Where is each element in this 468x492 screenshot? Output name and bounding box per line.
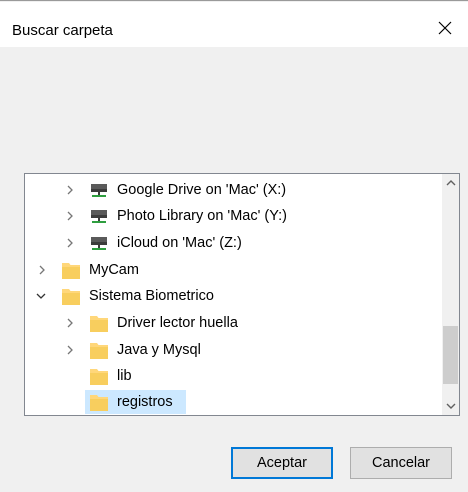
scrollbar-thumb[interactable] xyxy=(443,326,458,384)
tree-item-google-drive[interactable]: Google Drive on 'Mac' (X:) xyxy=(25,177,433,203)
tree-item-label: Sistema Biometrico xyxy=(89,288,214,304)
browse-folder-dialog: Buscar carpeta Google Drive on 'Mac' (X:… xyxy=(0,0,468,492)
chevron-up-icon xyxy=(446,180,455,186)
network-drive-icon xyxy=(89,180,109,200)
tree-item-label: Photo Library on 'Mac' (Y:) xyxy=(117,208,287,224)
tree-item-label: MyCam xyxy=(89,262,139,278)
cancel-button[interactable]: Cancelar xyxy=(350,447,452,479)
tree-item-label: lib xyxy=(117,368,132,384)
tree-item-photo-library[interactable]: Photo Library on 'Mac' (Y:) xyxy=(25,203,433,229)
folder-icon xyxy=(89,366,109,386)
folder-icon xyxy=(89,392,109,412)
tree-item-driver-lector-huella[interactable]: Driver lector huella xyxy=(25,310,433,336)
title-bar: Buscar carpeta xyxy=(0,2,468,47)
chevron-right-icon[interactable] xyxy=(64,210,76,222)
tree-item-label: Google Drive on 'Mac' (X:) xyxy=(117,182,287,198)
chevron-down-icon[interactable] xyxy=(35,290,47,302)
network-drive-icon xyxy=(89,206,109,226)
chevron-right-icon[interactable] xyxy=(64,344,76,356)
tree-item-java-y-mysql[interactable]: Java y Mysql xyxy=(25,337,433,363)
chevron-right-icon[interactable] xyxy=(36,264,48,276)
tree-item-lib[interactable]: lib xyxy=(25,363,433,389)
tree-item-registros[interactable]: registros xyxy=(25,389,433,415)
tree-item-mycam[interactable]: MyCam xyxy=(25,257,433,283)
folder-icon xyxy=(89,340,109,360)
tree-item-label: Driver lector huella xyxy=(117,315,238,331)
folder-icon xyxy=(89,313,109,333)
chevron-right-icon[interactable] xyxy=(64,184,76,196)
dialog-title: Buscar carpeta xyxy=(12,22,113,39)
folder-tree[interactable]: Google Drive on 'Mac' (X:) Photo Library… xyxy=(24,173,460,416)
tree-item-label: registros xyxy=(117,394,173,410)
scroll-down-button[interactable] xyxy=(442,398,459,415)
tree-item-sistema-biometrico[interactable]: Sistema Biometrico xyxy=(25,283,433,309)
chevron-right-icon[interactable] xyxy=(64,237,76,249)
accept-button[interactable]: Aceptar xyxy=(231,447,333,479)
close-icon xyxy=(438,21,452,35)
vertical-scrollbar[interactable] xyxy=(442,174,459,415)
chevron-down-icon xyxy=(446,403,455,409)
folder-icon xyxy=(61,260,81,280)
chevron-right-icon[interactable] xyxy=(64,317,76,329)
tree-item-icloud[interactable]: iCloud on 'Mac' (Z:) xyxy=(25,230,433,256)
folder-icon xyxy=(61,286,81,306)
tree-item-label: Java y Mysql xyxy=(117,342,201,358)
network-drive-icon xyxy=(89,233,109,253)
close-button[interactable] xyxy=(428,14,462,42)
scroll-up-button[interactable] xyxy=(442,174,459,191)
tree-item-label: iCloud on 'Mac' (Z:) xyxy=(117,235,242,251)
